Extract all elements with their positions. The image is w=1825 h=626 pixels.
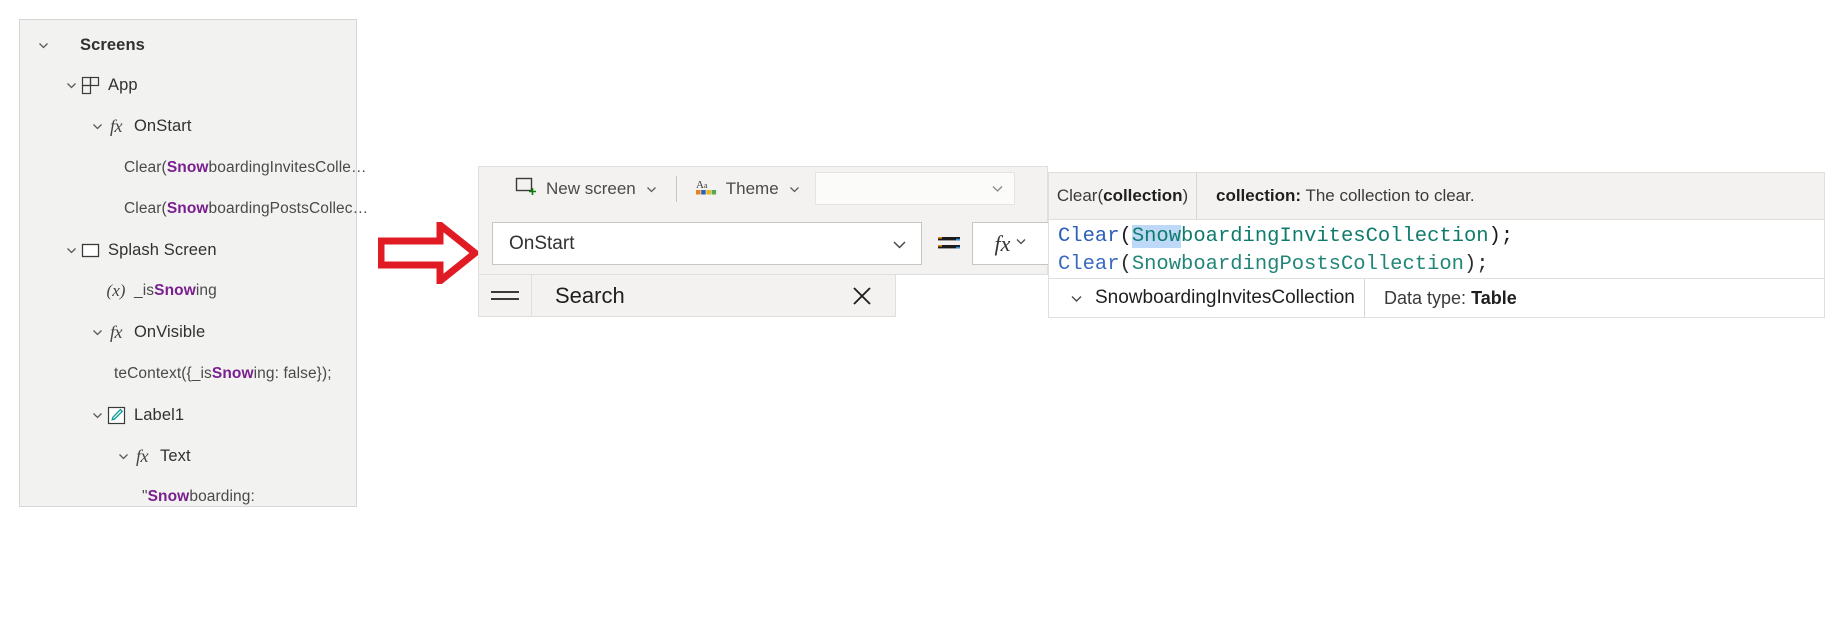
intellisense-suggestion-row[interactable]: SnowboardingInvitesCollection Data type:… — [1048, 278, 1825, 318]
code-tail: ); — [1463, 253, 1489, 276]
chevron-down-icon[interactable] — [62, 241, 80, 259]
signature-prefix: Clear( — [1056, 186, 1104, 205]
description-text: The collection to clear. — [1305, 186, 1475, 205]
chevron-down-icon[interactable] — [62, 76, 80, 94]
tree-item-label: Screens — [80, 35, 145, 54]
tree-item-screens[interactable]: Screens — [34, 32, 145, 58]
code-function: Clear — [1058, 225, 1120, 248]
chevron-down-icon[interactable] — [788, 183, 801, 196]
svg-text:a: a — [704, 181, 708, 190]
theme-icon: A a — [695, 177, 717, 202]
suggestion-data-type: Data type: Table — [1365, 288, 1517, 309]
code-identifier: SnowboardingPostsCollection — [1131, 253, 1464, 276]
theme-button[interactable]: A a Theme — [681, 167, 815, 211]
tree-item-label: "Snowboarding: — [142, 488, 255, 505]
suggestion-name: SnowboardingInvitesCollection — [1095, 287, 1355, 308]
tree-item-label: Text — [160, 446, 191, 465]
code-function: Clear — [1058, 253, 1120, 276]
chevron-down-icon[interactable] — [890, 235, 909, 259]
variable-x-icon: (x) — [106, 281, 126, 300]
fx-icon: fx — [136, 445, 149, 466]
screens-tree-panel: Screens App fx OnStart Clear(Snowboardin… — [19, 19, 368, 510]
tree-item-label: Splash Screen — [108, 240, 217, 259]
function-signature: Clear(collection) — [1049, 173, 1197, 219]
tree-item-app[interactable]: App — [62, 72, 138, 98]
chevron-down-icon[interactable] — [990, 181, 1005, 201]
tree-item-clear-invites[interactable]: Clear(SnowboardingInvitesColle… — [124, 155, 367, 181]
tree-item-clear-posts[interactable]: Clear(SnowboardingPostsCollec… — [124, 196, 368, 222]
tree-item-issnowing-variable[interactable]: (x) _isSnowing — [88, 278, 217, 304]
chevron-down-icon[interactable] — [114, 447, 132, 465]
search-strip: Search — [478, 274, 896, 317]
svg-text:A: A — [696, 179, 704, 191]
new-screen-icon — [515, 176, 537, 203]
data-type-value: Table — [1471, 287, 1517, 308]
chevron-down-icon[interactable] — [88, 323, 106, 341]
tree-item-label: Clear(SnowboardingPostsCollec… — [124, 200, 369, 217]
chevron-down-icon[interactable] — [1069, 291, 1084, 306]
signature-suffix: ) — [1182, 186, 1189, 205]
code-selection: Snow — [1131, 225, 1182, 248]
fx-icon: fx — [994, 230, 1011, 256]
code-identifier: boardingInvitesCollection — [1181, 225, 1489, 248]
formula-code-editor[interactable]: Clear(SnowboardingInvitesCollection); Cl… — [1048, 220, 1825, 278]
tree-item-label: OnVisible — [134, 322, 206, 341]
data-type-label: Data type: — [1384, 287, 1467, 308]
signature-param: collection — [1103, 186, 1183, 205]
parameter-description: collection: The collection to clear. — [1197, 186, 1475, 206]
property-dropdown[interactable]: OnStart — [492, 222, 922, 265]
tree-item-label1[interactable]: Label1 — [88, 402, 184, 428]
toolbar-divider — [675, 176, 677, 202]
red-arrow-annotation — [378, 222, 478, 284]
description-param: collection: — [1216, 186, 1302, 205]
app-grid-icon — [80, 75, 100, 95]
tree-item-label: teContext({_isSnowing: false}); — [114, 365, 332, 382]
equals-sign — [938, 237, 960, 249]
tree-item-label: OnStart — [134, 116, 192, 135]
hamburger-menu-button[interactable] — [479, 275, 532, 316]
tree-item-label: Label1 — [134, 405, 185, 424]
property-dropdown-value: OnStart — [509, 232, 575, 254]
label-pencil-icon — [106, 405, 126, 425]
toolbar-combobox[interactable] — [815, 172, 1015, 205]
tree-item-context-formula[interactable]: teContext({_isSnowing: false}); — [114, 361, 332, 387]
chevron-down-icon[interactable] — [1014, 234, 1028, 253]
fx-icon: fx — [110, 321, 123, 342]
tree-item-onvisible[interactable]: fx OnVisible — [88, 319, 205, 345]
hamburger-icon — [491, 286, 519, 305]
fx-icon: fx — [110, 115, 123, 136]
chevron-down-icon[interactable] — [88, 117, 106, 135]
new-screen-button[interactable]: New screen — [501, 167, 672, 211]
new-screen-label: New screen — [546, 179, 636, 198]
screen-icon — [80, 240, 100, 260]
tree-item-label: _isSnowing — [134, 282, 217, 299]
tree-item-label: App — [108, 75, 138, 94]
theme-label: Theme — [725, 179, 779, 198]
tree-item-label: Clear(SnowboardingInvitesColle… — [124, 159, 367, 176]
intellisense-tooltip: Clear(collection) collection: The collec… — [1048, 172, 1825, 220]
suggestion-name-cell[interactable]: SnowboardingInvitesCollection — [1049, 279, 1365, 317]
chevron-down-icon[interactable] — [645, 183, 658, 196]
tree-item-text-property[interactable]: fx Text — [114, 443, 191, 469]
code-line: Clear(SnowboardingInvitesCollection); — [1058, 225, 1514, 248]
search-input[interactable]: Search — [555, 283, 625, 309]
close-icon[interactable] — [851, 285, 873, 307]
fx-button[interactable]: fx — [972, 222, 1050, 265]
chevron-down-icon[interactable] — [88, 406, 106, 424]
chevron-down-icon[interactable] — [34, 36, 52, 54]
tree-item-splash-screen[interactable]: Splash Screen — [62, 237, 217, 263]
code-line: Clear(SnowboardingPostsCollection); — [1058, 253, 1489, 276]
code-tail: ); — [1488, 225, 1514, 248]
tree-item-snowboarding-string[interactable]: "Snowboarding: — [142, 484, 255, 510]
tree-item-onstart[interactable]: fx OnStart — [88, 113, 192, 139]
strip-filler — [896, 274, 1048, 317]
